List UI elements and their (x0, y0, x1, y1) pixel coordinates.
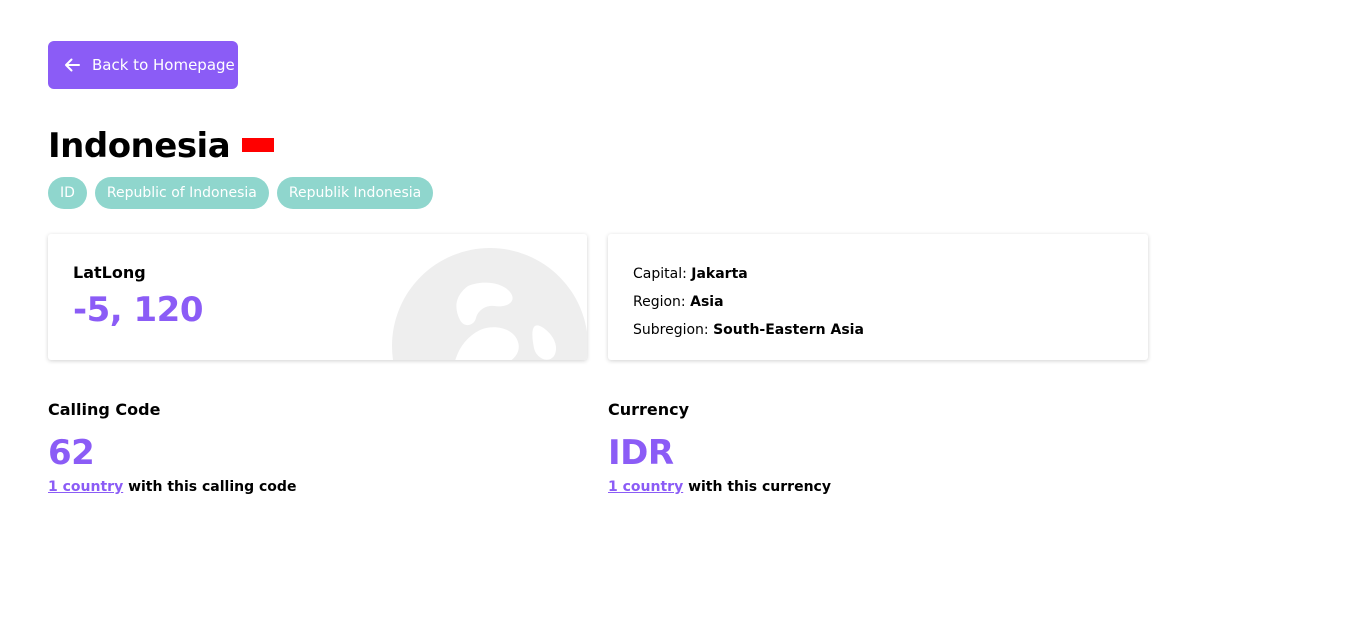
back-to-homepage-button[interactable]: Back to Homepage (48, 41, 238, 89)
capital-value: Jakarta (691, 266, 748, 282)
currency-note: 1 country with this currency (608, 479, 831, 495)
currency-section: Currency IDR 1 country with this currenc… (608, 400, 831, 495)
latlong-label: LatLong (73, 263, 146, 282)
back-button-label: Back to Homepage (92, 56, 235, 74)
calling-code-note: 1 country with this calling code (48, 479, 296, 495)
region-line: Region: Asia (633, 288, 864, 316)
capital-line: Capital: Jakarta (633, 260, 864, 288)
calling-code-note-text: with this calling code (123, 479, 297, 495)
subregion-value: South-Eastern Asia (713, 322, 864, 338)
subregion-line: Subregion: South-Eastern Asia (633, 316, 864, 344)
region-value: Asia (690, 294, 724, 310)
calling-code-value: 62 (48, 433, 95, 473)
tag-official-name: Republic of Indonesia (94, 177, 269, 209)
calling-code-label: Calling Code (48, 400, 161, 419)
country-title-row: Indonesia (48, 126, 275, 166)
country-name: Indonesia (48, 126, 231, 166)
currency-note-text: with this currency (683, 479, 831, 495)
latlong-value: -5, 120 (73, 290, 204, 330)
region-label: Region: (633, 294, 686, 310)
currency-value: IDR (608, 433, 674, 473)
globe-icon (392, 248, 587, 360)
latlong-card: LatLong -5, 120 (48, 234, 587, 360)
tag-native-name: Republik Indonesia (276, 177, 434, 209)
subregion-label: Subregion: (633, 322, 709, 338)
tag-code: ID (48, 177, 87, 209)
calling-code-countries-link[interactable]: 1 country (48, 479, 123, 495)
calling-code-section: Calling Code 62 1 country with this call… (48, 400, 296, 495)
country-tags: ID Republic of Indonesia Republik Indone… (48, 177, 434, 209)
country-flag (242, 138, 275, 152)
capital-label: Capital: (633, 266, 687, 282)
country-detail-page: Back to Homepage Indonesia ID Republic o… (0, 0, 1352, 631)
arrow-left-icon (62, 55, 82, 75)
currency-label: Currency (608, 400, 690, 419)
currency-countries-link[interactable]: 1 country (608, 479, 683, 495)
geo-info-card: Capital: Jakarta Region: Asia Subregion:… (608, 234, 1148, 360)
